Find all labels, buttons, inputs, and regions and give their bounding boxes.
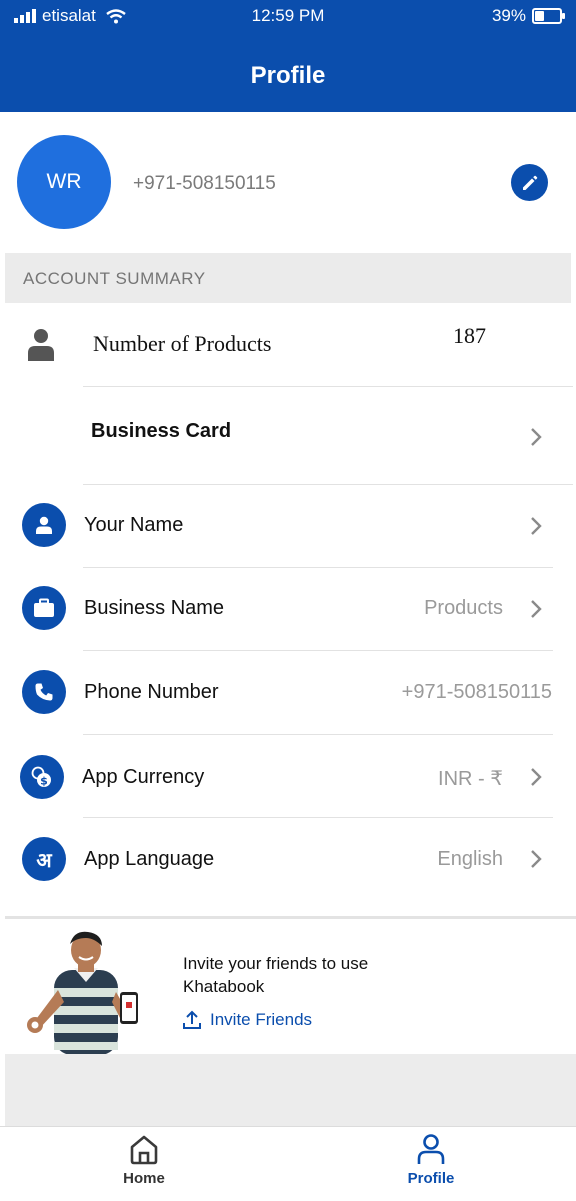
tab-home[interactable]: Home xyxy=(104,1133,184,1187)
share-icon xyxy=(183,1010,201,1029)
divider xyxy=(83,567,553,568)
tab-home-label: Home xyxy=(123,1170,165,1187)
products-label: Number of Products xyxy=(93,331,272,356)
battery-icon xyxy=(532,8,565,24)
invite-friends-label: Invite Friends xyxy=(210,1010,313,1029)
app-language-value: English xyxy=(437,848,503,870)
your-name-label: Your Name xyxy=(84,514,184,536)
person-icon xyxy=(22,503,66,547)
invite-friends-button[interactable]: Invite Friends xyxy=(183,1010,312,1030)
chevron-right-icon xyxy=(531,850,542,868)
divider xyxy=(83,484,573,485)
divider xyxy=(83,734,553,735)
divider xyxy=(83,386,573,387)
business-name-value: Products xyxy=(424,597,503,619)
section-title: ACCOUNT SUMMARY xyxy=(23,269,206,288)
briefcase-icon xyxy=(22,586,66,630)
business-name-label: Business Name xyxy=(84,597,225,619)
divider xyxy=(83,817,553,818)
status-time: 12:59 PM xyxy=(251,6,325,25)
page-title: Profile xyxy=(250,62,326,89)
chevron-right-icon xyxy=(531,600,542,618)
avatar: WR xyxy=(17,135,111,229)
battery-percent: 39% xyxy=(491,6,526,25)
language-icon: अ xyxy=(22,837,66,881)
chevron-right-icon xyxy=(531,517,542,535)
chevron-right-icon xyxy=(531,768,542,786)
divider xyxy=(83,650,553,651)
app-currency-label: App Currency xyxy=(82,766,205,788)
products-count: 187 xyxy=(453,323,486,348)
phone-icon xyxy=(22,670,66,714)
chevron-right-icon xyxy=(531,428,542,446)
divider xyxy=(5,916,576,919)
business-card-row[interactable] xyxy=(0,390,576,484)
person-icon xyxy=(28,329,54,361)
profile-icon xyxy=(417,1134,445,1164)
currency-icon: $ xyxy=(20,755,64,799)
status-right: 39% xyxy=(491,6,565,26)
invite-text: Invite your friends to use Khatabook xyxy=(183,954,369,996)
pencil-icon xyxy=(522,175,537,190)
profile-phone: +971-508150115 xyxy=(133,173,276,194)
phone-number-value: +971-508150115 xyxy=(401,681,552,703)
business-card-label: Business Card xyxy=(91,420,232,442)
app-currency-value: INR - ₹ xyxy=(438,768,503,790)
invite-illustration xyxy=(27,931,138,1055)
edit-profile-button[interactable] xyxy=(511,164,548,201)
home-icon xyxy=(130,1135,158,1165)
content-spacer xyxy=(5,1054,576,1126)
tab-profile[interactable]: Profile xyxy=(391,1133,471,1187)
tab-profile-label: Profile xyxy=(407,1170,455,1187)
app-language-label: App Language xyxy=(84,848,215,870)
tab-bar xyxy=(0,1126,576,1201)
phone-number-label: Phone Number xyxy=(84,681,219,703)
status-bar: etisalat 12:59 PM 39% xyxy=(0,0,576,32)
svg-text:$: $ xyxy=(40,775,48,788)
